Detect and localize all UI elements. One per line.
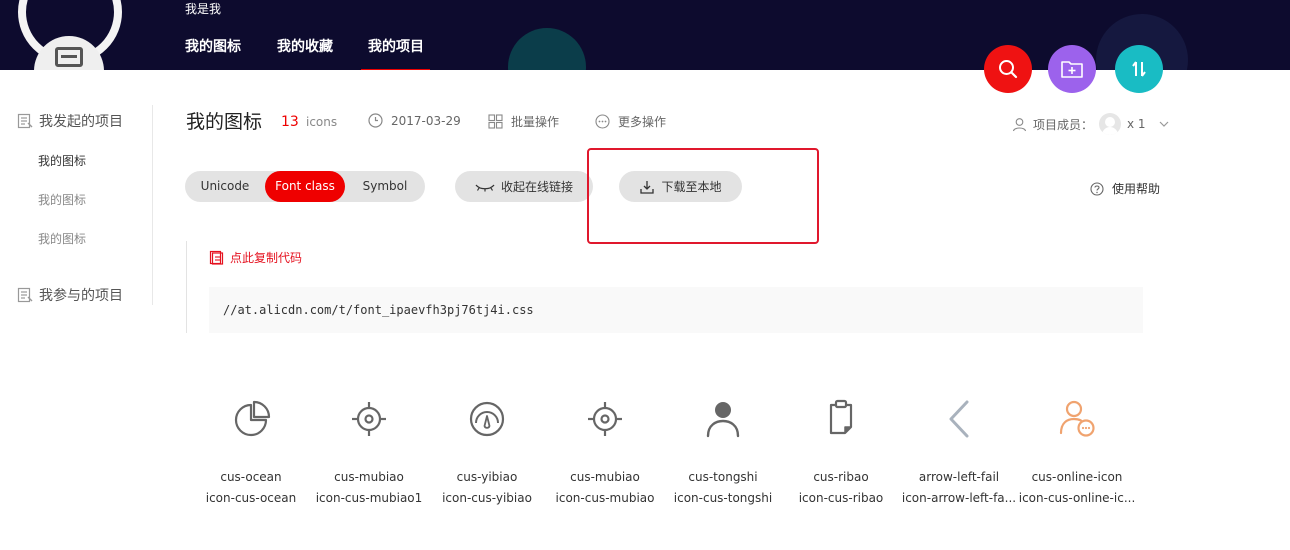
link-type-switch: Unicode Font class Symbol (185, 171, 425, 202)
icon-card[interactable]: cus-ribao icon-cus-ribao (782, 395, 900, 505)
tab-symbol[interactable]: Symbol (345, 171, 425, 202)
clipboard-icon (829, 399, 853, 435)
icon-class-name: icon-cus-yibiao (442, 491, 532, 505)
search-icon (999, 60, 1018, 79)
grid-icon (488, 114, 503, 129)
icon-name: cus-online-icon (1031, 470, 1123, 484)
icon-class-name: icon-cus-online-ic... (1018, 491, 1136, 505)
copy-code-label: 点此复制代码 (230, 251, 303, 265)
sort-button[interactable] (1115, 45, 1163, 93)
page-title: 我的图标 (186, 111, 263, 133)
chevron-left-icon (949, 400, 969, 438)
project-list-icon (17, 287, 33, 303)
target-icon (588, 402, 622, 436)
icon-class-name: icon-cus-ribao (798, 491, 884, 505)
members-label: 项目成员： (1033, 117, 1094, 132)
person-icon (706, 402, 740, 438)
chevron-down-icon (1159, 121, 1169, 127)
icon-name: cus-tongshi (688, 470, 758, 484)
sort-arrows-icon (1132, 61, 1146, 77)
icon-name: cus-ocean (220, 470, 282, 484)
icon-card[interactable]: cus-online-icon icon-cus-online-ic... (1018, 395, 1136, 505)
sidebar-group-label: 我发起的项目 (39, 114, 123, 130)
copy-code-link[interactable]: 点此复制代码 (209, 249, 302, 266)
clock-icon (368, 113, 383, 128)
sidebar: 我发起的项目 我的图标 我的图标 我的图标 我参与的项目 (0, 105, 153, 305)
icon-class-name: icon-cus-mubiao (555, 491, 655, 505)
help-link[interactable]: 使用帮助 (1090, 180, 1160, 197)
tab-my-favorites[interactable]: 我的收藏 (277, 36, 333, 56)
member-avatar (1099, 113, 1122, 135)
icon-name: cus-mubiao (334, 470, 404, 484)
highlight-annotation-box (587, 148, 819, 244)
project-list-icon (17, 113, 33, 129)
eye-closed-icon (475, 184, 495, 191)
icon-name: cus-mubiao (570, 470, 640, 484)
members-count: x 1 (1127, 117, 1146, 131)
icon-class-name: icon-cus-mubiao1 (315, 491, 423, 505)
icon-card[interactable]: cus-tongshi icon-cus-tongshi (664, 395, 782, 505)
icon-card[interactable]: cus-ocean icon-cus-ocean (192, 395, 310, 505)
top-header: 我是我 我的图标 我的收藏 我的项目 (0, 0, 1290, 70)
folder-add-icon (1061, 61, 1083, 78)
icon-count: 13 (281, 114, 299, 130)
icon-name: cus-yibiao (456, 470, 518, 484)
icon-name: arrow-left-fail (918, 470, 1000, 484)
project-date: 2017-03-29 (368, 113, 461, 128)
icon-class-name: icon-cus-ocean (205, 491, 297, 505)
tab-font-class[interactable]: Font class (265, 171, 345, 202)
icon-name: cus-ribao (813, 470, 869, 484)
help-label: 使用帮助 (1112, 182, 1161, 196)
search-button[interactable] (984, 45, 1032, 93)
gauge-icon (469, 401, 505, 437)
copy-icon (209, 250, 224, 265)
css-link-code[interactable]: //at.alicdn.com/t/font_ipaevfh3pj76tj4i.… (209, 287, 1143, 333)
sidebar-item-project[interactable]: 我的图标 (38, 152, 86, 169)
collapse-online-link-label: 收起在线链接 (500, 180, 573, 194)
collapse-online-link-button[interactable]: 收起在线链接 (455, 171, 593, 202)
tab-my-icons[interactable]: 我的图标 (185, 36, 241, 56)
more-icon (595, 114, 610, 129)
sidebar-group-participated[interactable]: 我参与的项目 (17, 285, 123, 305)
sidebar-group-initiated[interactable]: 我发起的项目 (17, 111, 123, 131)
astronaut-icon (55, 47, 83, 67)
icon-count-unit: icons (306, 115, 338, 129)
sidebar-group-label: 我参与的项目 (39, 288, 123, 304)
sidebar-item-project[interactable]: 我的图标 (38, 191, 86, 208)
more-operations-label: 更多操作 (618, 115, 667, 129)
user-icon (1012, 117, 1027, 131)
icon-class-name: icon-cus-tongshi (673, 491, 773, 505)
icon-class-name: icon-arrow-left-fa... (901, 491, 1017, 505)
tab-unicode[interactable]: Unicode (185, 171, 265, 202)
batch-operation-button[interactable]: 批量操作 (488, 113, 559, 130)
date-text: 2017-03-29 (391, 113, 461, 128)
more-operations-button[interactable]: 更多操作 (595, 113, 666, 130)
user-chat-icon (1059, 400, 1095, 437)
pie-chart-icon (234, 400, 271, 437)
username: 我是我 (185, 2, 222, 16)
sidebar-item-project[interactable]: 我的图标 (38, 230, 86, 247)
icon-card[interactable]: cus-mubiao icon-cus-mubiao (546, 395, 664, 505)
project-members[interactable]: 项目成员： x 1 (1012, 113, 1170, 135)
add-folder-button[interactable] (1048, 45, 1096, 93)
icon-card[interactable]: arrow-left-fail icon-arrow-left-fa... (900, 395, 1018, 505)
icon-card[interactable]: cus-mubiao icon-cus-mubiao1 (310, 395, 428, 505)
question-icon (1090, 181, 1104, 196)
icon-card[interactable]: cus-yibiao icon-cus-yibiao (428, 395, 546, 505)
decorative-circle (508, 28, 586, 70)
tab-my-projects[interactable]: 我的项目 (361, 36, 430, 70)
batch-operation-label: 批量操作 (511, 115, 560, 129)
target-icon (352, 402, 386, 436)
online-link-panel: 点此复制代码 //at.alicdn.com/t/font_ipaevfh3pj… (186, 241, 1143, 333)
